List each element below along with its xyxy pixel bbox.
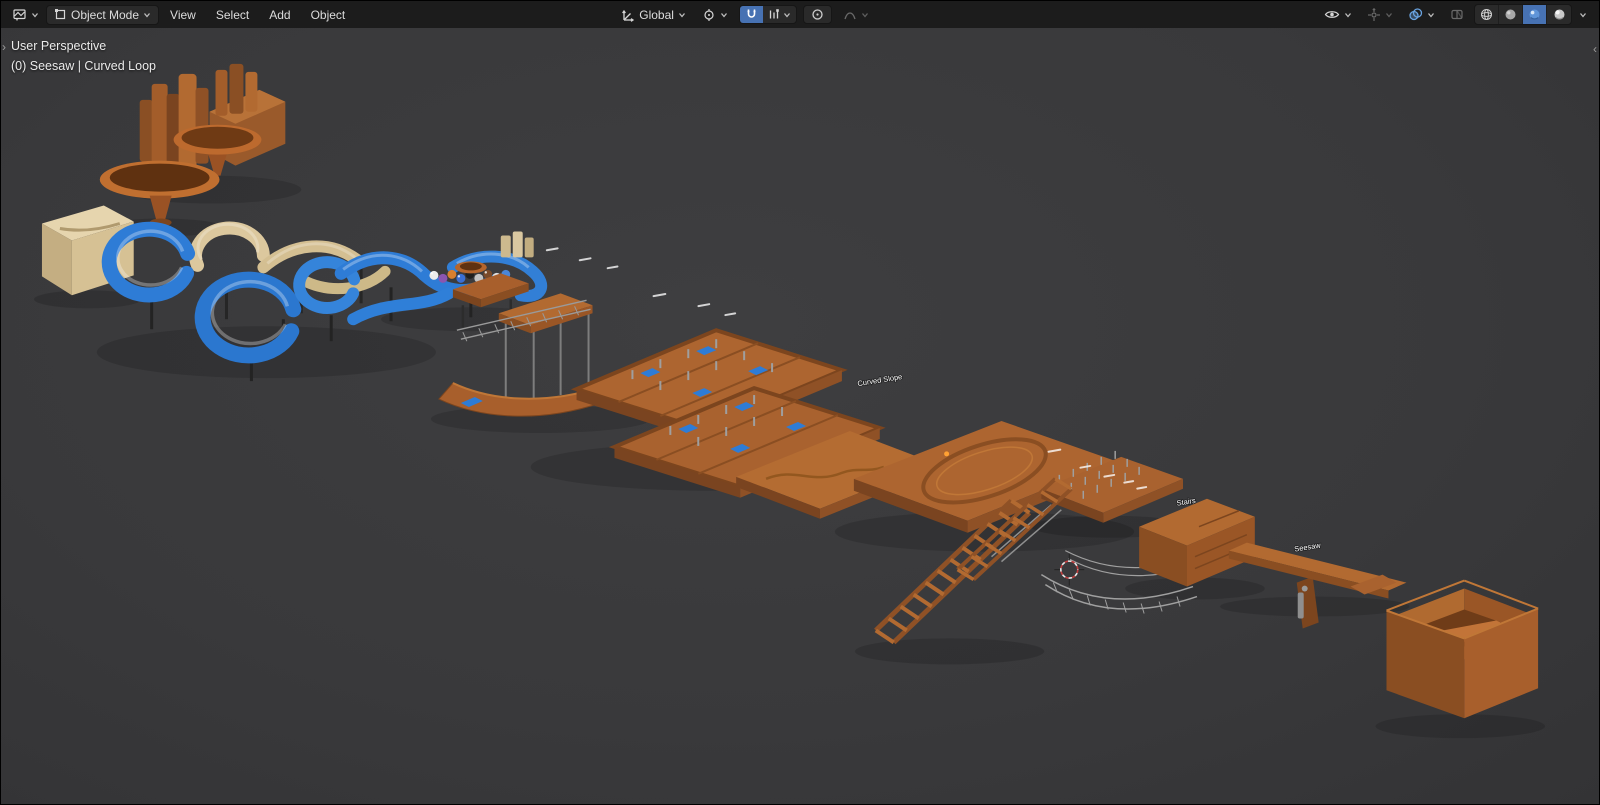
shading-material-button[interactable] [1523,5,1547,24]
snap-toggle[interactable] [739,6,763,23]
toolbar-toggle-arrow[interactable]: › [2,41,6,53]
wireframe-shading-icon [1480,8,1493,21]
snapping-group [738,5,797,24]
proportional-editing-toggle[interactable] [802,5,832,24]
editor-type-button[interactable] [7,5,44,24]
transform-orientation-icon [621,8,635,22]
solid-shading-icon [1504,8,1517,21]
scene-object-end-box[interactable] [1350,574,1539,719]
chevron-down-icon [783,11,791,19]
xray-icon [1450,8,1464,21]
mode-dropdown[interactable]: Object Mode [46,4,160,25]
blender-window: Object Mode View Select Add Object Globa… [0,0,1600,805]
menu-view[interactable]: View [161,5,205,25]
chevron-down-icon [143,11,151,19]
chevron-down-icon [1344,11,1352,19]
chevron-down-icon [678,11,686,19]
viewport-header: Object Mode View Select Add Object Globa… [1,1,1599,29]
snap-settings-icon [768,8,781,21]
visibility-eye-icon [1324,8,1340,21]
material-shading-icon [1528,8,1541,21]
chevron-down-icon [31,11,39,19]
sidebar-toggle-arrow[interactable]: ‹ [1593,43,1597,55]
object-visibility-dropdown[interactable] [1319,6,1357,23]
object-origin-dot [944,451,950,457]
chevron-down-icon [1427,11,1435,19]
shading-solid-button[interactable] [1499,5,1523,24]
xray-toggle[interactable] [1445,6,1469,23]
pivot-point-dropdown[interactable] [697,6,733,24]
header-left: Object Mode View Select Add Object [7,4,355,25]
chevron-down-icon [1385,11,1393,19]
shading-dropdown[interactable] [1577,9,1589,21]
object-mode-icon [54,8,67,21]
scene-object-funnels[interactable] [99,124,262,227]
orientation-label: Global [639,7,674,22]
snap-settings-dropdown[interactable] [763,6,796,23]
shading-rendered-button[interactable] [1547,5,1571,24]
overlays-icon [1408,8,1423,21]
3d-cursor [1054,553,1085,586]
proportional-falloff-dropdown[interactable] [838,6,874,24]
chevron-down-icon [1579,11,1587,19]
menu-add[interactable]: Add [260,5,299,25]
menu-select[interactable]: Select [207,5,258,25]
chevron-down-icon [861,11,869,19]
mode-dropdown-label: Object Mode [71,7,140,22]
transform-orientation-dropdown[interactable]: Global [616,6,691,24]
magnet-icon [745,8,758,21]
shading-wireframe-button[interactable] [1475,5,1499,24]
falloff-curve-icon [843,8,857,22]
chevron-down-icon [720,11,728,19]
object-label-seesaw: Seesaw [1294,540,1322,553]
object-label-curved-slope: Curved Slope [857,372,903,388]
header-right [1319,4,1593,25]
editor-type-icon [12,7,27,22]
overlays-dropdown[interactable] [1403,6,1440,23]
3d-viewport[interactable]: Curved Slope Stairs Seesaw User Perspect… [1,28,1599,804]
pivot-point-icon [702,8,716,22]
scene-object-stairs-box[interactable] [1139,498,1255,587]
shading-mode-group [1474,4,1572,25]
menu-object[interactable]: Object [302,5,355,25]
proportional-editing-icon [811,8,824,21]
gizmos-dropdown[interactable] [1362,6,1398,24]
gizmo-icon [1367,7,1381,22]
header-center: Global [616,5,874,24]
viewport-canvas[interactable]: Curved Slope Stairs Seesaw [1,28,1599,804]
rendered-shading-icon [1553,8,1566,21]
